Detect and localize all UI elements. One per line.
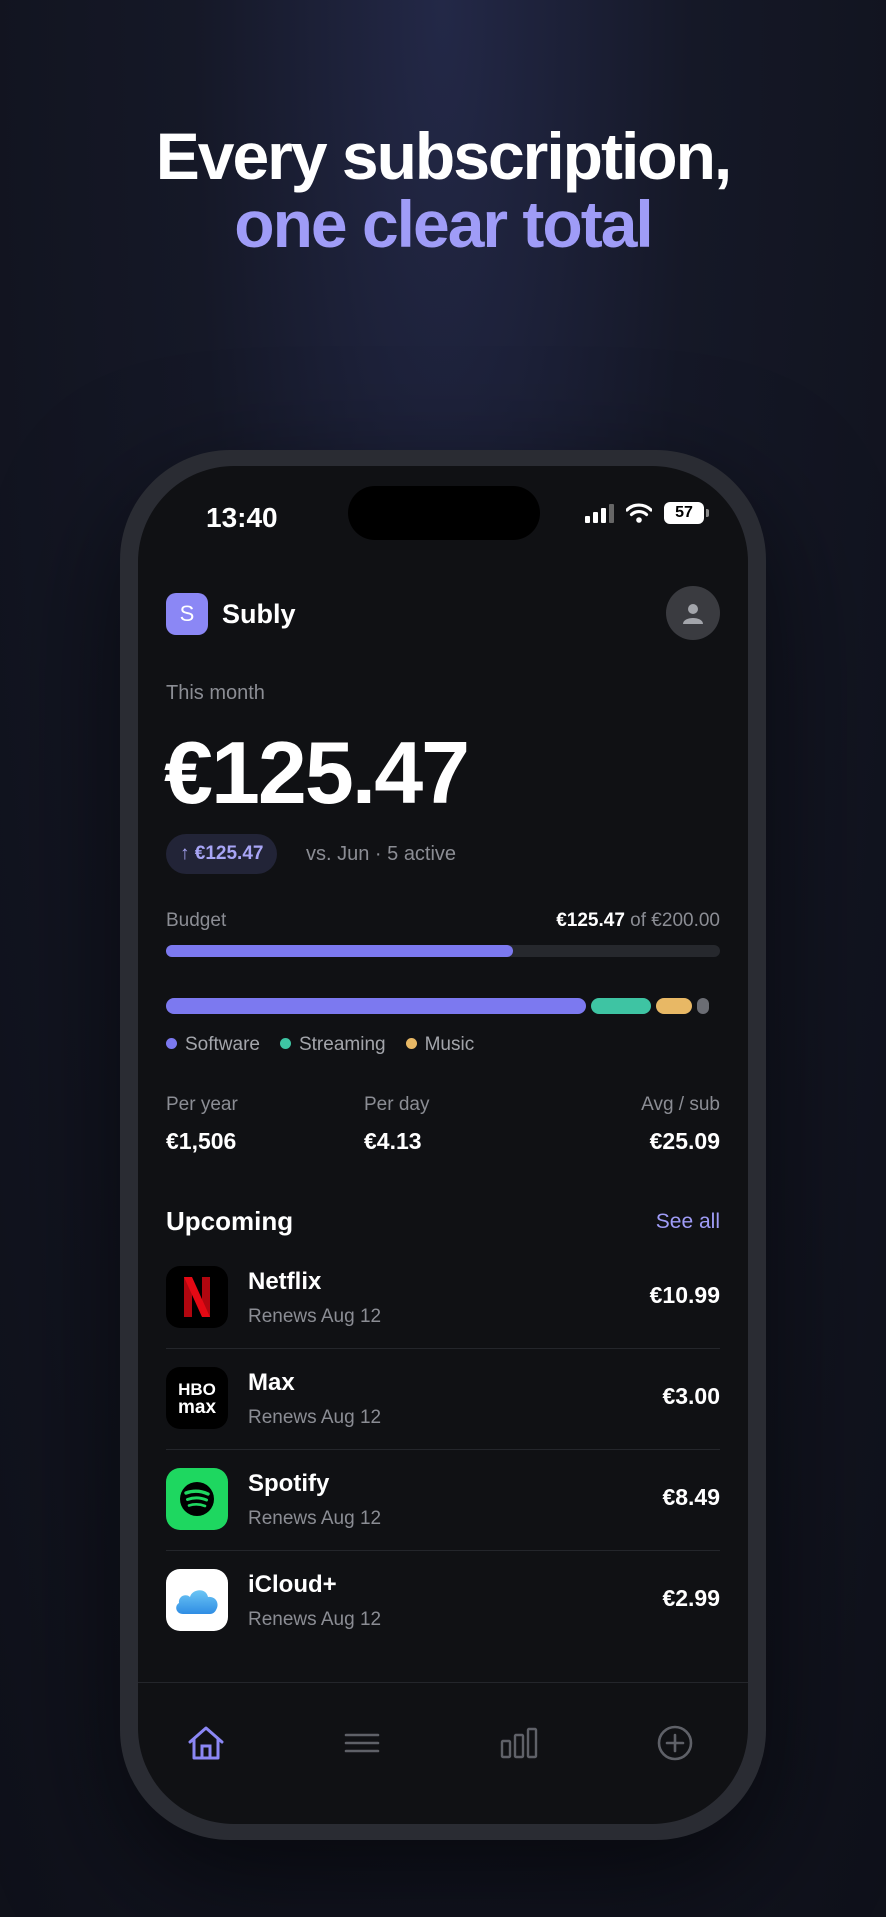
legend-item: Music bbox=[405, 1034, 475, 1056]
stat-avg-sub: Avg / sub €25.09 bbox=[641, 1094, 720, 1155]
icloud-icon bbox=[166, 1569, 228, 1631]
tab-stats[interactable] bbox=[495, 1719, 543, 1767]
budget-total: of €200.00 bbox=[624, 910, 720, 931]
subscription-row-max[interactable]: HBO max Max Renews Aug 12 €3.00 bbox=[166, 1367, 720, 1467]
subscription-name: Netflix bbox=[248, 1268, 322, 1295]
divider bbox=[166, 1449, 720, 1450]
category-segment bbox=[655, 998, 693, 1014]
phone-screen: 13:40 57 S Subly This month €125.47 ↑ €1… bbox=[138, 466, 748, 1824]
status-time: 13:40 bbox=[206, 502, 278, 533]
monthly-total: €125.47 bbox=[164, 723, 470, 822]
headline-line-2: one clear total bbox=[234, 187, 653, 261]
subscription-price: €3.00 bbox=[662, 1383, 720, 1409]
legend-label: Streaming bbox=[298, 1034, 386, 1055]
subscription-name: iCloud+ bbox=[248, 1571, 337, 1598]
subscription-renews: Renews Aug 12 bbox=[248, 1306, 382, 1327]
stat-label: Per day bbox=[364, 1094, 430, 1115]
category-breakdown-bar bbox=[166, 998, 720, 1014]
category-segment bbox=[166, 998, 587, 1014]
subscription-price: €2.99 bbox=[662, 1585, 720, 1611]
category-legend: Software Streaming Music bbox=[166, 1034, 474, 1056]
tab-bar bbox=[138, 1682, 748, 1824]
app-logo: S bbox=[166, 593, 208, 635]
stat-value: €25.09 bbox=[649, 1128, 720, 1154]
subscription-price: €10.99 bbox=[649, 1282, 720, 1308]
subscription-name: Max bbox=[248, 1369, 295, 1396]
upcoming-title: Upcoming bbox=[166, 1206, 294, 1236]
spotify-icon bbox=[166, 1468, 228, 1530]
legend-dot bbox=[405, 1038, 417, 1049]
subscription-row-netflix[interactable]: Netflix Renews Aug 12 €10.99 bbox=[166, 1266, 720, 1366]
legend-item: Software bbox=[166, 1034, 260, 1056]
svg-text:max: max bbox=[178, 1397, 216, 1418]
profile-avatar-button[interactable] bbox=[666, 586, 720, 640]
legend-label: Music bbox=[424, 1034, 475, 1055]
headline-line-1: Every subscription, bbox=[155, 119, 733, 193]
netflix-icon bbox=[166, 1266, 228, 1328]
budget-amount: €125.47 of €200.00 bbox=[556, 910, 720, 932]
see-all-link[interactable]: See all bbox=[656, 1210, 720, 1234]
user-icon bbox=[683, 604, 703, 624]
change-badge: ↑ €125.47 bbox=[166, 834, 278, 874]
signal-icon bbox=[585, 503, 614, 523]
home-icon bbox=[188, 1726, 224, 1760]
battery-icon: 57 bbox=[664, 502, 709, 524]
budget-progress-fill bbox=[166, 945, 514, 957]
category-segment bbox=[697, 998, 710, 1014]
comparison-text: vs. Jun · 5 active bbox=[306, 843, 457, 865]
category-segment bbox=[591, 998, 651, 1014]
budget-progress-bar bbox=[166, 945, 720, 957]
wifi-icon bbox=[626, 503, 652, 523]
legend-item: Streaming bbox=[279, 1034, 386, 1056]
period-label: This month bbox=[166, 682, 265, 704]
tab-add[interactable] bbox=[651, 1719, 699, 1767]
stat-per-year: Per year €1,506 bbox=[166, 1094, 238, 1155]
add-icon bbox=[657, 1725, 693, 1761]
subscription-row-icloud[interactable]: iCloud+ Renews Aug 12 €2.99 bbox=[166, 1569, 720, 1669]
tab-home[interactable] bbox=[182, 1719, 230, 1767]
stat-value: €1,506 bbox=[166, 1128, 237, 1154]
hbo-max-icon: HBO max bbox=[166, 1367, 228, 1429]
legend-label: Software bbox=[185, 1034, 260, 1055]
legend-dot bbox=[279, 1038, 291, 1049]
subscription-renews: Renews Aug 12 bbox=[248, 1508, 382, 1529]
list-icon bbox=[344, 1733, 380, 1753]
stat-label: Per year bbox=[166, 1094, 238, 1115]
divider bbox=[166, 1550, 720, 1551]
legend-dot bbox=[166, 1038, 177, 1049]
subscription-renews: Renews Aug 12 bbox=[248, 1609, 382, 1630]
subscription-renews: Renews Aug 12 bbox=[248, 1407, 382, 1428]
dynamic-island bbox=[348, 486, 540, 540]
app-name: Subly bbox=[222, 598, 296, 629]
stat-label: Avg / sub bbox=[641, 1094, 720, 1115]
subscription-row-spotify[interactable]: Spotify Renews Aug 12 €8.49 bbox=[166, 1468, 720, 1568]
subscription-price: €8.49 bbox=[662, 1484, 720, 1510]
budget-spent: €125.47 bbox=[556, 910, 625, 931]
app-header: S Subly bbox=[166, 586, 720, 642]
budget-label: Budget bbox=[166, 910, 227, 931]
stat-value: €4.13 bbox=[364, 1128, 422, 1154]
subscription-name: Spotify bbox=[248, 1470, 330, 1497]
divider bbox=[166, 1348, 720, 1349]
tab-list[interactable] bbox=[338, 1719, 386, 1767]
stat-per-day: Per day €4.13 bbox=[364, 1094, 429, 1155]
chart-icon bbox=[500, 1727, 538, 1759]
status-icons: 57 bbox=[585, 502, 709, 524]
